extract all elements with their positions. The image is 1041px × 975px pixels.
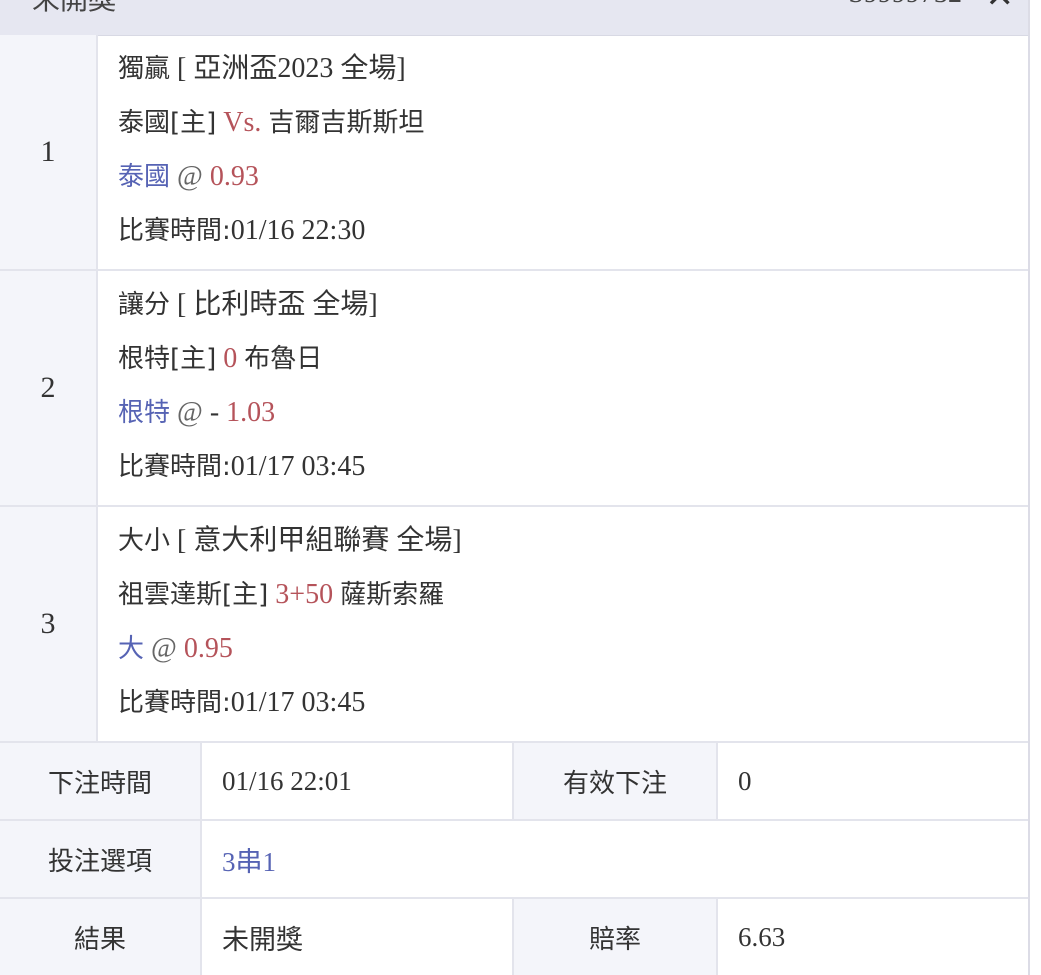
bet-option-label: 投注選項 — [0, 821, 202, 897]
away-team: 布魯日 — [244, 344, 323, 374]
home-team: 根特[主] — [118, 344, 217, 374]
match-market-line: 獨贏 [ 亞洲盃2023 全場] — [118, 49, 406, 89]
at-symbol: @ — [177, 397, 203, 428]
match-row: 3 大小 [ 意大利甲組聯賽 全場] 祖雲達斯[主] 3+50 薩斯索羅 大 @… — [0, 507, 1028, 743]
summary-row-bet-time: 下注時間 01/16 22:01 有效下注 0 — [0, 743, 1028, 821]
away-team: 薩斯索羅 — [340, 580, 445, 610]
at-symbol: @ — [177, 161, 203, 192]
league-name: [ 比利時盃 全場] — [177, 289, 378, 320]
bet-detail-card: 未開獎 S9999732 ✕ 1 獨贏 [ 亞洲盃2023 全場] 泰國[主] … — [0, 0, 1030, 975]
total-odds-label: 賠率 — [514, 899, 718, 975]
match-time-line: 比賽時間:01/17 03:45 — [118, 447, 365, 487]
bet-status-text: 未開獎 — [32, 0, 116, 18]
match-time-label: 比賽時間: — [118, 688, 231, 718]
match-teams-line: 祖雲達斯[主] 3+50 薩斯索羅 — [118, 575, 444, 615]
bet-type: 讓分 — [118, 290, 171, 320]
handicap: 3+50 — [275, 579, 334, 610]
match-pick-line: 根特 @ - 1.03 — [118, 393, 275, 433]
handicap: Vs. — [223, 107, 262, 138]
selection-odds: 0.95 — [183, 633, 233, 664]
selection-odds: 0.93 — [209, 161, 259, 192]
match-time-value: 01/17 03:45 — [230, 687, 366, 718]
close-icon[interactable]: ✕ — [986, 0, 1015, 16]
match-time-line: 比賽時間:01/17 03:45 — [118, 683, 365, 723]
match-index: 2 — [0, 271, 98, 505]
match-pick-line: 大 @ 0.95 — [118, 629, 233, 669]
result-value: 未開獎 — [202, 899, 514, 975]
away-team: 吉爾吉斯斯坦 — [268, 108, 425, 138]
bet-time-label: 下注時間 — [0, 743, 202, 819]
picked-selection: 大 — [118, 634, 145, 664]
match-index: 1 — [0, 35, 98, 269]
picked-selection: 泰國 — [118, 162, 171, 192]
result-label: 結果 — [0, 899, 202, 975]
selection-odds: 1.03 — [226, 397, 276, 428]
match-row: 2 讓分 [ 比利時盃 全場] 根特[主] 0 布魯日 根特 @ - 1.03 … — [0, 271, 1028, 507]
bet-option-value: 3串1 — [222, 846, 276, 877]
bet-id: S9999732 — [848, 0, 962, 10]
match-market-line: 讓分 [ 比利時盃 全場] — [118, 285, 378, 325]
picked-selection: 根特 — [118, 398, 171, 428]
match-row: 1 獨贏 [ 亞洲盃2023 全場] 泰國[主] Vs. 吉爾吉斯斯坦 泰國 @… — [0, 35, 1028, 271]
handicap: 0 — [223, 343, 238, 374]
match-teams-line: 泰國[主] Vs. 吉爾吉斯斯坦 — [118, 103, 424, 143]
match-time-label: 比賽時間: — [118, 216, 231, 246]
league-name: [ 意大利甲組聯賽 全場] — [177, 525, 462, 556]
summary-row-result: 結果 未開獎 賠率 6.63 — [0, 899, 1028, 975]
match-time-value: 01/17 03:45 — [230, 451, 366, 482]
bet-header: 未開獎 S9999732 ✕ — [0, 0, 1028, 36]
match-market-line: 大小 [ 意大利甲組聯賽 全場] — [118, 521, 462, 561]
league-name: [ 亞洲盃2023 全場] — [177, 53, 406, 84]
bet-time-value: 01/16 22:01 — [202, 743, 514, 819]
at-symbol: @ — [151, 633, 177, 664]
match-time-label: 比賽時間: — [118, 452, 231, 482]
valid-bet-label: 有效下注 — [514, 743, 718, 819]
total-odds-value: 6.63 — [738, 921, 786, 952]
match-time-line: 比賽時間:01/16 22:30 — [118, 211, 365, 251]
home-team: 泰國[主] — [118, 108, 217, 138]
bet-type: 獨贏 — [118, 54, 171, 84]
bet-type: 大小 — [118, 526, 171, 556]
summary-row-bet-option: 投注選項 3串1 — [0, 821, 1028, 899]
match-pick-line: 泰國 @ 0.93 — [118, 157, 259, 197]
valid-bet-value: 0 — [738, 765, 752, 796]
match-teams-line: 根特[主] 0 布魯日 — [118, 339, 322, 379]
match-index: 3 — [0, 507, 98, 741]
home-team: 祖雲達斯[主] — [118, 580, 269, 610]
odds-sign: - — [209, 397, 220, 428]
match-time-value: 01/16 22:30 — [230, 215, 366, 246]
